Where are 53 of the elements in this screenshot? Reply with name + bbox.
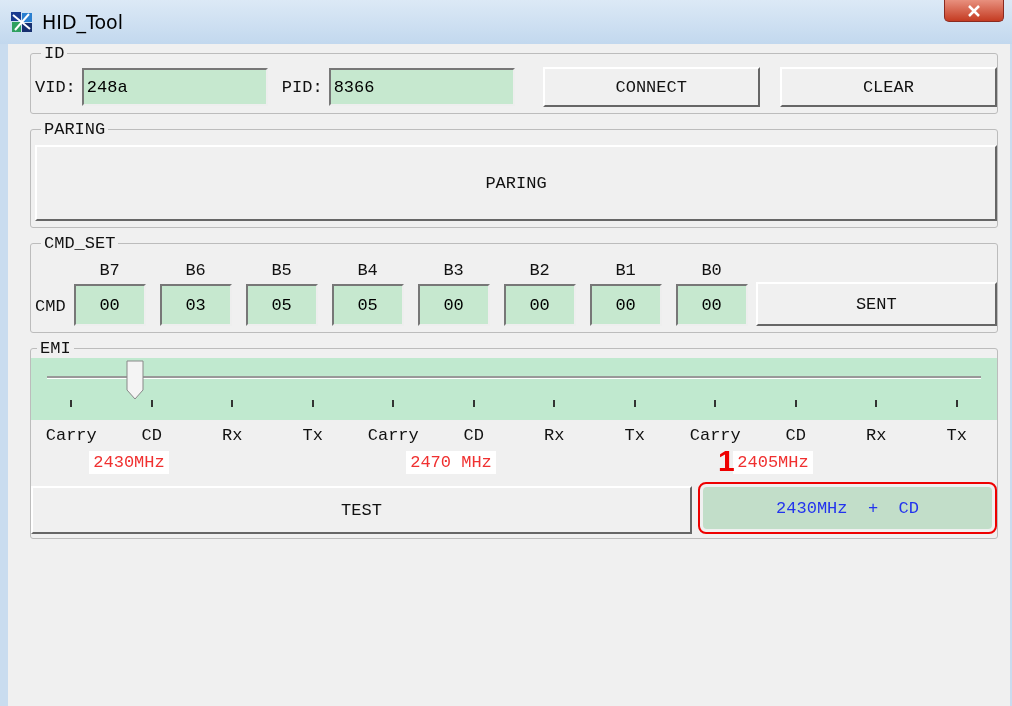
frequency-label: 2470 MHz bbox=[406, 451, 496, 474]
byte-field[interactable]: 00 bbox=[675, 284, 748, 326]
group-title: EMI bbox=[39, 339, 72, 358]
byte-label: B2 bbox=[529, 261, 550, 280]
tick-label: Tx bbox=[624, 426, 645, 445]
byte-field[interactable]: 00 bbox=[589, 284, 662, 326]
byte-label: B7 bbox=[99, 261, 120, 280]
field-label: VID: bbox=[35, 77, 76, 97]
byte-label: B4 bbox=[357, 261, 378, 280]
tick-label: CD bbox=[785, 426, 806, 445]
push-button[interactable]: CONNECT bbox=[542, 67, 760, 107]
input-field[interactable]: 248a bbox=[81, 68, 268, 106]
push-button[interactable]: CLEAR bbox=[779, 67, 997, 107]
tick-label: Carry bbox=[367, 426, 419, 445]
tick-label: CD bbox=[463, 426, 484, 445]
byte-label: B0 bbox=[701, 261, 722, 280]
group-title: PARING bbox=[43, 120, 107, 139]
byte-field[interactable]: 03 bbox=[159, 284, 232, 326]
byte-label: B6 bbox=[185, 261, 206, 280]
byte-field[interactable]: 00 bbox=[503, 284, 576, 326]
group-title: ID bbox=[43, 44, 66, 63]
byte-label: B3 bbox=[443, 261, 464, 280]
frequency-label: 2405MHz bbox=[733, 451, 813, 474]
app-icon bbox=[10, 11, 34, 33]
tick-label: Carry bbox=[45, 426, 97, 445]
close-icon bbox=[967, 4, 981, 17]
tick-label: Tx bbox=[302, 426, 323, 445]
window-title: HID_Tool bbox=[42, 11, 123, 33]
tick-label: Carry bbox=[689, 426, 741, 445]
tick-label: Rx bbox=[544, 426, 565, 445]
test-button[interactable]: TEST bbox=[31, 486, 692, 534]
frequency-label: 2430MHz bbox=[89, 451, 169, 474]
tick-label: Tx bbox=[946, 426, 967, 445]
close-button[interactable] bbox=[944, 0, 1004, 22]
byte-field[interactable]: 00 bbox=[417, 284, 490, 326]
input-field[interactable]: 8366 bbox=[328, 68, 515, 106]
slider-thumb[interactable] bbox=[126, 360, 145, 400]
byte-field[interactable]: 05 bbox=[245, 284, 318, 326]
byte-label: B5 bbox=[271, 261, 292, 280]
group-title: CMD_SET bbox=[43, 234, 117, 253]
row-label: CMD bbox=[35, 297, 66, 318]
tick-label: CD bbox=[141, 426, 162, 445]
slider-track[interactable] bbox=[31, 358, 997, 420]
paring-button[interactable]: PARING bbox=[35, 145, 997, 221]
tick-label: Rx bbox=[866, 426, 887, 445]
byte-field[interactable]: 00 bbox=[73, 284, 146, 326]
tick-label: Rx bbox=[222, 426, 243, 445]
byte-field[interactable]: 05 bbox=[331, 284, 404, 326]
result-display: 2430MHz + CD bbox=[703, 487, 992, 529]
annotation-number: 1 bbox=[718, 444, 735, 478]
sent-button[interactable]: SENT bbox=[755, 282, 997, 326]
byte-label: B1 bbox=[615, 261, 636, 280]
field-label: PID: bbox=[281, 77, 323, 97]
